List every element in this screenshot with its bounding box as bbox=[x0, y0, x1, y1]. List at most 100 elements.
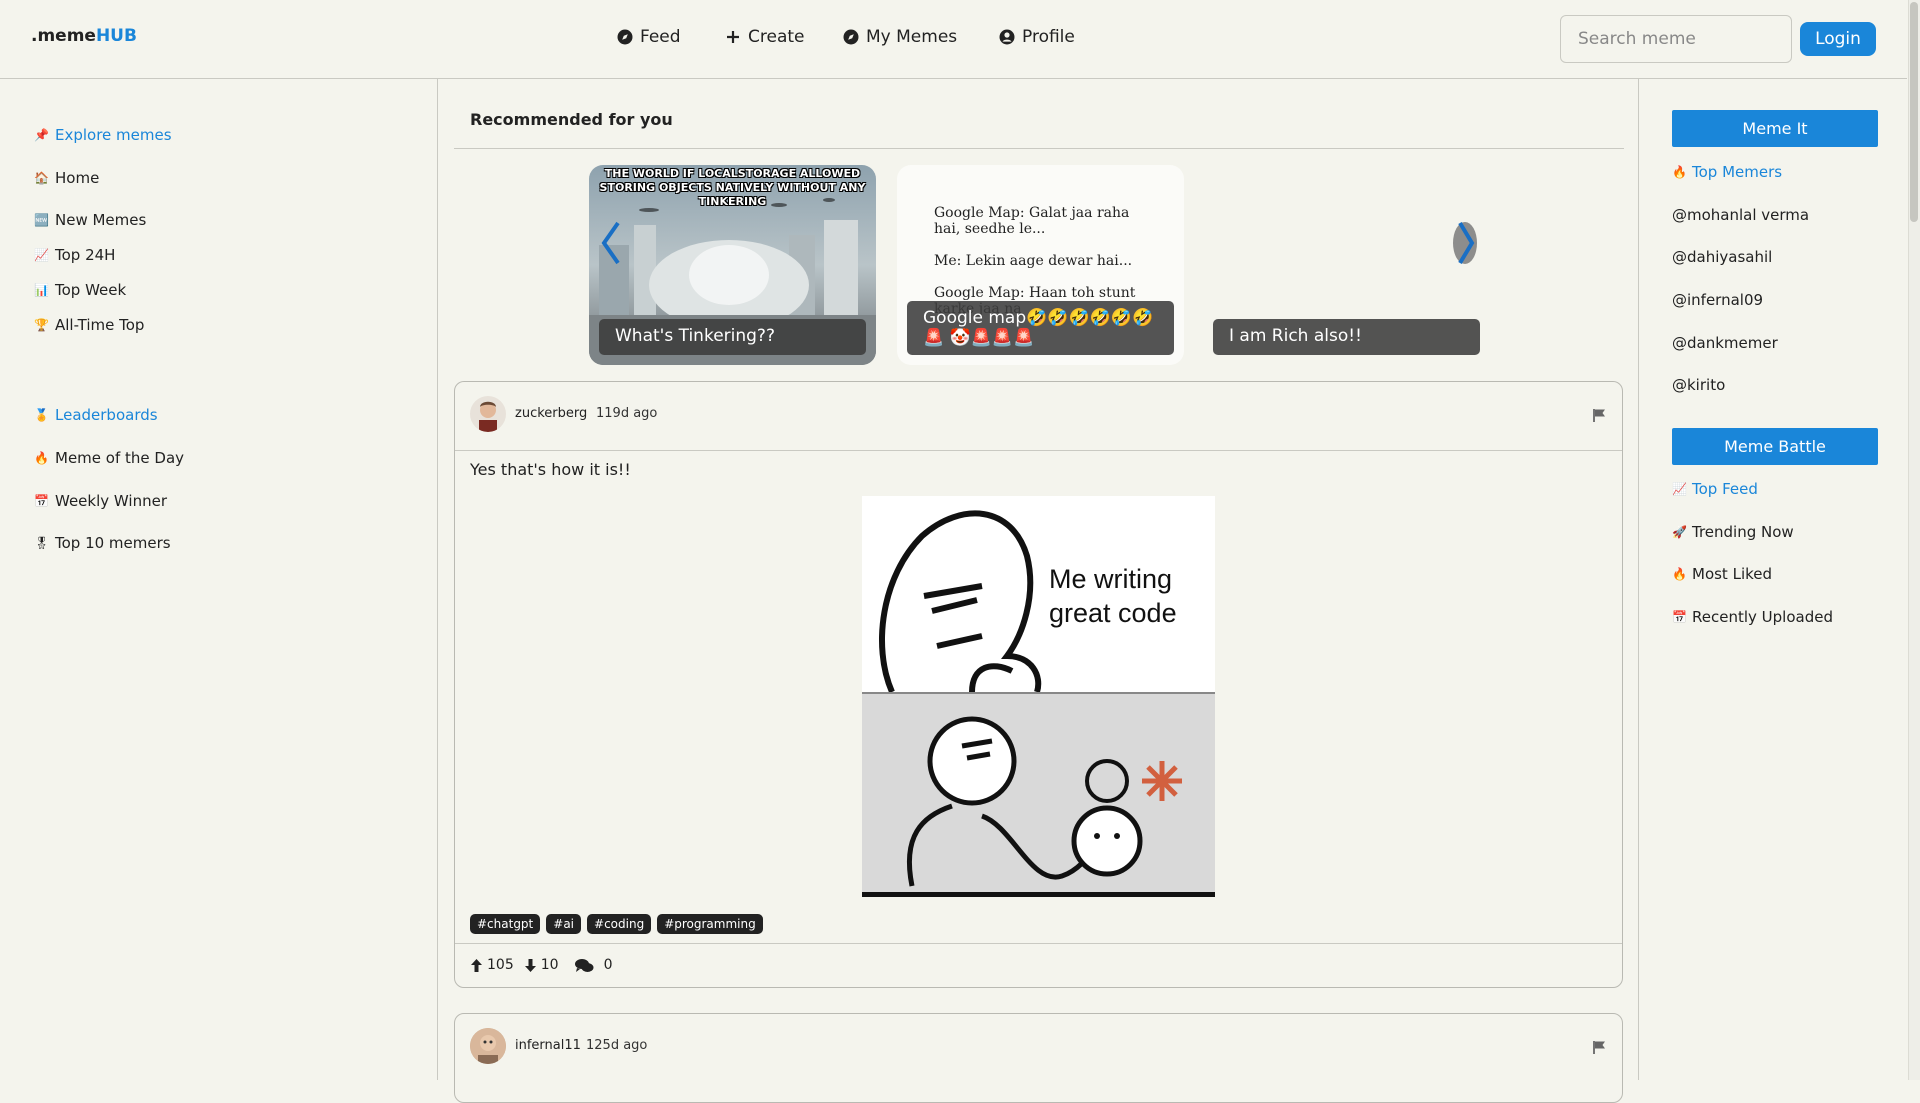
new-badge-icon: 🆕 bbox=[34, 213, 49, 227]
sidebar-item-label: All-Time Top bbox=[55, 316, 145, 334]
flag-icon[interactable] bbox=[1592, 407, 1606, 422]
login-button[interactable]: Login bbox=[1800, 22, 1876, 56]
sidebar-item-top-week[interactable]: 📊 Top Week bbox=[34, 281, 126, 299]
flag-icon[interactable] bbox=[1592, 1039, 1606, 1054]
memer-link[interactable]: @kirito bbox=[1672, 376, 1725, 394]
memer-link[interactable]: @dankmemer bbox=[1672, 334, 1778, 352]
medal-icon: 🏅 bbox=[34, 408, 49, 422]
fire-icon: 🔥 bbox=[1672, 567, 1687, 581]
top-feed-heading[interactable]: 📈 Top Feed bbox=[1672, 480, 1758, 498]
trophy-icon: 🏆 bbox=[34, 318, 49, 332]
post-text: Yes that's how it is!! bbox=[470, 460, 631, 479]
pushpin-icon: 📌 bbox=[34, 128, 49, 142]
tag-chatgpt[interactable]: #chatgpt bbox=[470, 914, 541, 934]
sidebar-item-label: New Memes bbox=[55, 211, 147, 229]
sidebar-item-meme-of-the-day[interactable]: 🔥 Meme of the Day bbox=[34, 449, 184, 467]
tag-programming[interactable]: #programming bbox=[657, 914, 763, 934]
sidebar-item-home[interactable]: 🏠 Home bbox=[34, 169, 99, 187]
nav-feed[interactable]: Feed bbox=[617, 27, 681, 47]
explore-memes-label: Explore memes bbox=[55, 126, 172, 144]
post-username[interactable]: infernal11 bbox=[515, 1038, 581, 1053]
fire-icon: 🔥 bbox=[34, 451, 49, 465]
recommended-card[interactable]: I am Rich also!! bbox=[1203, 165, 1490, 365]
arrow-up-icon[interactable] bbox=[470, 958, 483, 973]
sidebar-item-label: Meme of the Day bbox=[55, 449, 185, 467]
sidebar-item-all-time-top[interactable]: 🏆 All-Time Top bbox=[34, 316, 144, 334]
site-logo[interactable]: .memeHUB bbox=[31, 26, 137, 46]
memer-link[interactable]: @infernal09 bbox=[1672, 291, 1763, 309]
post-image[interactable]: Me writing great code bbox=[862, 496, 1215, 897]
left-sidebar bbox=[0, 79, 438, 1080]
meme-top-text: THE WORLD IF LOCALSTORAGE ALLOWED STORIN… bbox=[599, 167, 866, 208]
calendar-icon: 📅 bbox=[1672, 610, 1687, 624]
logo-prefix: .meme bbox=[31, 26, 96, 46]
carousel-next-arrow[interactable] bbox=[1452, 220, 1478, 266]
avatar[interactable] bbox=[470, 1028, 506, 1064]
sidebar-item-label: Top 10 memers bbox=[55, 534, 171, 552]
chart-up-icon: 📈 bbox=[34, 248, 49, 262]
meme-caption-text: Me writing great code bbox=[1049, 564, 1177, 628]
compass-icon bbox=[617, 29, 633, 45]
explore-memes-heading[interactable]: 📌 Explore memes bbox=[34, 126, 172, 144]
post-card: zuckerberg 119d ago Yes that's how it is… bbox=[454, 381, 1623, 988]
recommended-card[interactable]: THE WORLD IF LOCALSTORAGE ALLOWED STORIN… bbox=[589, 165, 876, 365]
comments-icon[interactable] bbox=[574, 958, 594, 973]
meme-battle-button[interactable]: Meme Battle bbox=[1672, 428, 1878, 465]
sidebar-item-weekly-winner[interactable]: 📅 Weekly Winner bbox=[34, 492, 167, 510]
post-username[interactable]: zuckerberg bbox=[515, 406, 587, 421]
sidebar-item-label: Home bbox=[55, 169, 100, 187]
post-card: infernal11 125d ago bbox=[454, 1013, 1623, 1103]
card-text-line: Me: Lekin aage dewar hai... bbox=[934, 253, 1133, 269]
feed-item-trending-now[interactable]: 🚀 Trending Now bbox=[1672, 523, 1794, 541]
tag-coding[interactable]: #coding bbox=[587, 914, 652, 934]
nav-profile[interactable]: Profile bbox=[999, 27, 1075, 47]
user-circle-icon bbox=[999, 29, 1015, 45]
nav-profile-label: Profile bbox=[1022, 27, 1075, 47]
comment-count: 0 bbox=[603, 957, 613, 973]
recommended-card[interactable]: Google Map: Galat jaa raha hai, seedhe l… bbox=[897, 165, 1184, 365]
search-input[interactable] bbox=[1560, 15, 1792, 63]
post-timestamp: 125d ago bbox=[586, 1038, 648, 1053]
sidebar-item-top-24h[interactable]: 📈 Top 24H bbox=[34, 246, 115, 264]
nav-feed-label: Feed bbox=[640, 27, 681, 47]
feed-item-most-liked[interactable]: 🔥 Most Liked bbox=[1672, 565, 1772, 583]
top-feed-label: Top Feed bbox=[1692, 480, 1758, 498]
sidebar-item-top-10-memers[interactable]: 🎖 Top 10 memers bbox=[34, 534, 171, 552]
arrow-down-icon[interactable] bbox=[524, 958, 537, 973]
divider bbox=[455, 450, 1622, 451]
post-timestamp: 119d ago bbox=[596, 406, 658, 421]
house-icon: 🏠 bbox=[34, 171, 49, 185]
downvote-count: 10 bbox=[540, 957, 559, 973]
meme-illustration bbox=[862, 496, 1215, 897]
nav-create[interactable]: Create bbox=[725, 27, 805, 47]
post-actions: 105 10 0 bbox=[470, 957, 612, 973]
feed-item-label: Trending Now bbox=[1692, 523, 1794, 541]
recommended-title: Recommended for you bbox=[470, 110, 673, 129]
feed-item-recently-uploaded[interactable]: 📅 Recently Uploaded bbox=[1672, 608, 1833, 626]
nav-my-memes-label: My Memes bbox=[866, 27, 958, 47]
chart-up-icon: 📈 bbox=[1672, 482, 1687, 496]
bar-chart-icon: 📊 bbox=[34, 283, 49, 297]
feed-item-label: Recently Uploaded bbox=[1692, 608, 1833, 626]
leaderboards-heading[interactable]: 🏅 Leaderboards bbox=[34, 406, 158, 424]
carousel-prev-arrow[interactable] bbox=[598, 220, 624, 266]
avatar[interactable] bbox=[470, 396, 506, 432]
plus-icon bbox=[725, 29, 741, 45]
leaderboards-label: Leaderboards bbox=[55, 406, 158, 424]
meme-it-button[interactable]: Meme It bbox=[1672, 110, 1878, 147]
top-memers-heading[interactable]: 🔥 Top Memers bbox=[1672, 163, 1782, 181]
top-memers-label: Top Memers bbox=[1692, 163, 1783, 181]
sidebar-item-label: Top Week bbox=[55, 281, 127, 299]
feed-item-label: Most Liked bbox=[1692, 565, 1773, 583]
sidebar-item-new-memes[interactable]: 🆕 New Memes bbox=[34, 211, 146, 229]
upvote-count: 105 bbox=[487, 957, 514, 973]
memer-link[interactable]: @mohanlal verma bbox=[1672, 206, 1809, 224]
memer-link[interactable]: @dahiyasahil bbox=[1672, 248, 1772, 266]
tag-ai[interactable]: #ai bbox=[546, 914, 582, 934]
logo-suffix: HUB bbox=[95, 26, 137, 46]
scrollbar-thumb[interactable] bbox=[1910, 2, 1918, 222]
card-caption: I am Rich also!! bbox=[1213, 319, 1480, 355]
nav-my-memes[interactable]: My Memes bbox=[843, 27, 957, 47]
divider bbox=[455, 943, 1622, 944]
fire-icon: 🔥 bbox=[1672, 165, 1687, 179]
